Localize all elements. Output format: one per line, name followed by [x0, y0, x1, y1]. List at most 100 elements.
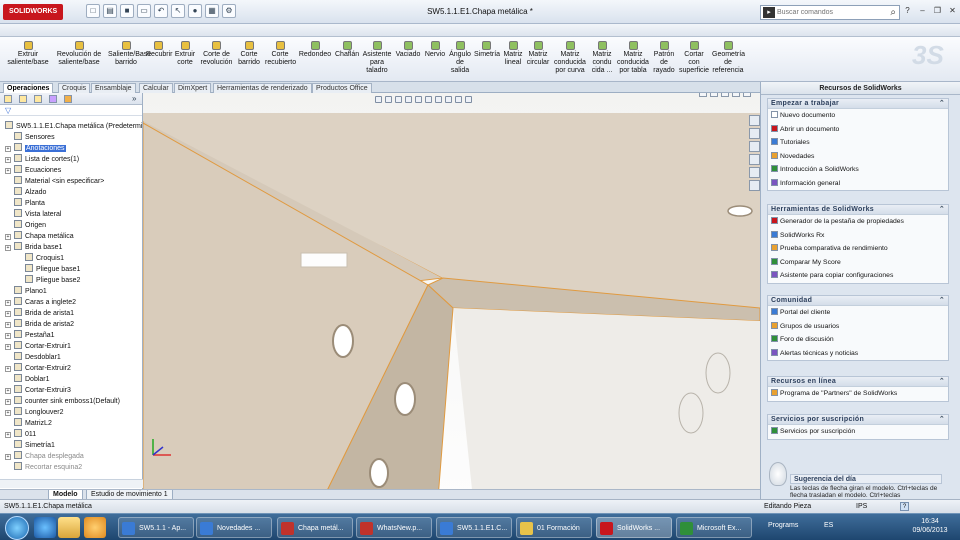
start-button-icon[interactable]: [5, 516, 29, 540]
tree-item[interactable]: + Pestaña1: [5, 330, 55, 341]
media-icon[interactable]: [84, 517, 106, 538]
search-scope-icon[interactable]: ▸: [763, 7, 775, 18]
expand-icon[interactable]: +: [5, 366, 11, 372]
tab-5[interactable]: Herramientas de renderizado: [213, 83, 312, 93]
cm-button-17[interactable]: Matriz conducida por curva: [552, 39, 588, 75]
hide-show-items-icon[interactable]: [435, 96, 442, 103]
appearances-icon[interactable]: [749, 180, 760, 191]
tile-view-icon[interactable]: [710, 93, 718, 97]
expand-icon[interactable]: +: [5, 432, 11, 438]
expand-icon[interactable]: +: [5, 168, 11, 174]
collapse-chevron-icon[interactable]: ⌃: [939, 296, 945, 306]
tree-item[interactable]: Simetría1: [14, 440, 55, 451]
tree-item[interactable]: + Cortar-Extruir1: [5, 341, 71, 352]
cm-button-16[interactable]: Matriz circular: [526, 39, 550, 67]
file-properties-icon[interactable]: ▦: [205, 4, 219, 18]
collapse-chevron-icon[interactable]: ⌃: [939, 415, 945, 425]
cm-button-14[interactable]: Simetría: [474, 39, 500, 59]
task-pane-link[interactable]: Asistente para copiar configuraciones: [768, 269, 948, 283]
zoom-to-fit-icon[interactable]: [375, 96, 382, 103]
cm-button-20[interactable]: Patrón de rayado: [652, 39, 676, 75]
select-pointer-icon[interactable]: ↖: [171, 4, 185, 18]
tree-item[interactable]: + Longlouver2: [5, 407, 64, 418]
cm-button-13[interactable]: Ángulo de salida: [448, 39, 472, 75]
view-settings-icon[interactable]: [465, 96, 472, 103]
tree-item[interactable]: + Lista de cortes(1): [5, 154, 79, 165]
cm-button-1[interactable]: Revolución de saliente/base: [55, 39, 103, 67]
taskbar-item[interactable]: Chapa metál...: [277, 517, 353, 538]
view-orientation-icon[interactable]: [415, 96, 422, 103]
tray-language[interactable]: ES: [824, 522, 833, 529]
minimize-icon[interactable]: –: [917, 5, 928, 17]
cm-button-2[interactable]: Saliente/Base barrido: [108, 39, 151, 67]
tab-4[interactable]: DimXpert: [174, 83, 212, 93]
expand-icon[interactable]: +: [5, 399, 11, 405]
task-pane-link[interactable]: Programa de "Partners" de SolidWorks: [768, 387, 948, 401]
display-manager-icon[interactable]: [64, 95, 72, 103]
section-view-icon[interactable]: [405, 96, 412, 103]
tree-root[interactable]: SW5.1.1.E1.Chapa metálica (Predetermi: [5, 121, 142, 132]
task-pane-link[interactable]: Prueba comparativa de rendimiento: [768, 242, 948, 256]
search-input[interactable]: [777, 9, 891, 16]
taskbar-item[interactable]: SW5.1.1.E1.C...: [436, 517, 512, 538]
cm-button-22[interactable]: Geometría de referencia: [712, 39, 745, 75]
task-pane-link[interactable]: SolidWorks Rx: [768, 229, 948, 243]
task-pane-link[interactable]: Alertas técnicas y noticias: [768, 347, 948, 361]
task-pane-link[interactable]: Comparar My Score: [768, 256, 948, 270]
previous-view-icon[interactable]: [395, 96, 402, 103]
tree-item[interactable]: Recortar esquina2: [14, 462, 82, 471]
expand-icon[interactable]: +: [5, 388, 11, 394]
explorer-icon[interactable]: [58, 517, 80, 538]
tree-item[interactable]: Plano1: [14, 286, 47, 297]
rebuild-icon[interactable]: ●: [188, 4, 202, 18]
task-pane-link[interactable]: Tutoriales: [768, 136, 948, 150]
tree-item[interactable]: Origen: [14, 220, 46, 231]
edit-appearance-icon[interactable]: [445, 96, 452, 103]
section-header[interactable]: Recursos en línea ⌃: [768, 377, 948, 387]
tab-3[interactable]: Calcular: [139, 83, 173, 93]
taskbar-item[interactable]: SolidWorks ...: [596, 517, 672, 538]
cm-button-21[interactable]: Cortar con superficie: [678, 39, 710, 75]
expand-icon[interactable]: +: [5, 234, 11, 240]
task-pane-link[interactable]: Foro de discusión: [768, 333, 948, 347]
tree-item[interactable]: Croquis1: [25, 253, 64, 264]
tray-clock[interactable]: 16:34 09/06/2013: [908, 517, 952, 535]
taskbar-item[interactable]: 01 Formación: [516, 517, 592, 538]
tree-item[interactable]: + Brida de arista1: [5, 308, 74, 319]
cm-button-11[interactable]: Vaciado: [395, 39, 421, 59]
solidworks-logo[interactable]: SOLIDWORKS: [3, 4, 64, 20]
tree-item[interactable]: Doblar1: [14, 374, 50, 385]
tab-2[interactable]: Ensamblaje: [91, 83, 136, 93]
expand-icon[interactable]: +: [5, 245, 11, 251]
taskbar-item[interactable]: SW5.1.1 - Ap...: [118, 517, 194, 538]
split-view-icon[interactable]: [699, 93, 707, 97]
cm-button-7[interactable]: Corte recubierto: [265, 39, 296, 67]
cm-button-6[interactable]: Corte barrido: [236, 39, 262, 67]
task-pane-link[interactable]: Servicios por suscripción: [768, 425, 948, 439]
graphics-area[interactable]: [143, 93, 760, 499]
tree-item[interactable]: Pliegue base1: [25, 264, 80, 275]
tree-item[interactable]: + Brida de arista2: [5, 319, 74, 330]
tree-item[interactable]: Material <sin especificar>: [14, 176, 104, 187]
cm-button-8[interactable]: Redondeo: [298, 39, 332, 59]
tree-item[interactable]: Desdoblar1: [14, 352, 61, 363]
tab-6[interactable]: Productos Office: [312, 83, 372, 93]
options-icon[interactable]: ⚙: [222, 4, 236, 18]
cm-button-4[interactable]: Extruir corte: [173, 39, 197, 67]
filter-icon[interactable]: ▽: [5, 106, 11, 115]
taskbar-item[interactable]: Novedades ...: [196, 517, 272, 538]
expand-icon[interactable]: +: [5, 333, 11, 339]
expand-icon[interactable]: +: [5, 157, 11, 163]
section-header[interactable]: Comunidad ⌃: [768, 296, 948, 306]
cm-button-9[interactable]: Chaflán: [335, 39, 359, 59]
task-pane-link[interactable]: Introducción a SolidWorks: [768, 163, 948, 177]
task-pane-link[interactable]: Portal del cliente: [768, 306, 948, 320]
expand-icon[interactable]: +: [5, 410, 11, 416]
new-document-icon[interactable]: □: [86, 4, 100, 18]
cm-button-0[interactable]: Extruir saliente/base: [5, 39, 51, 67]
tree-item[interactable]: + Caras a inglete2: [5, 297, 76, 308]
tree-item[interactable]: MatrizL2: [14, 418, 52, 429]
chevron-right-icon[interactable]: »: [132, 95, 140, 103]
tree-filter[interactable]: ▽: [0, 105, 142, 116]
status-units[interactable]: IPS: [856, 500, 867, 514]
